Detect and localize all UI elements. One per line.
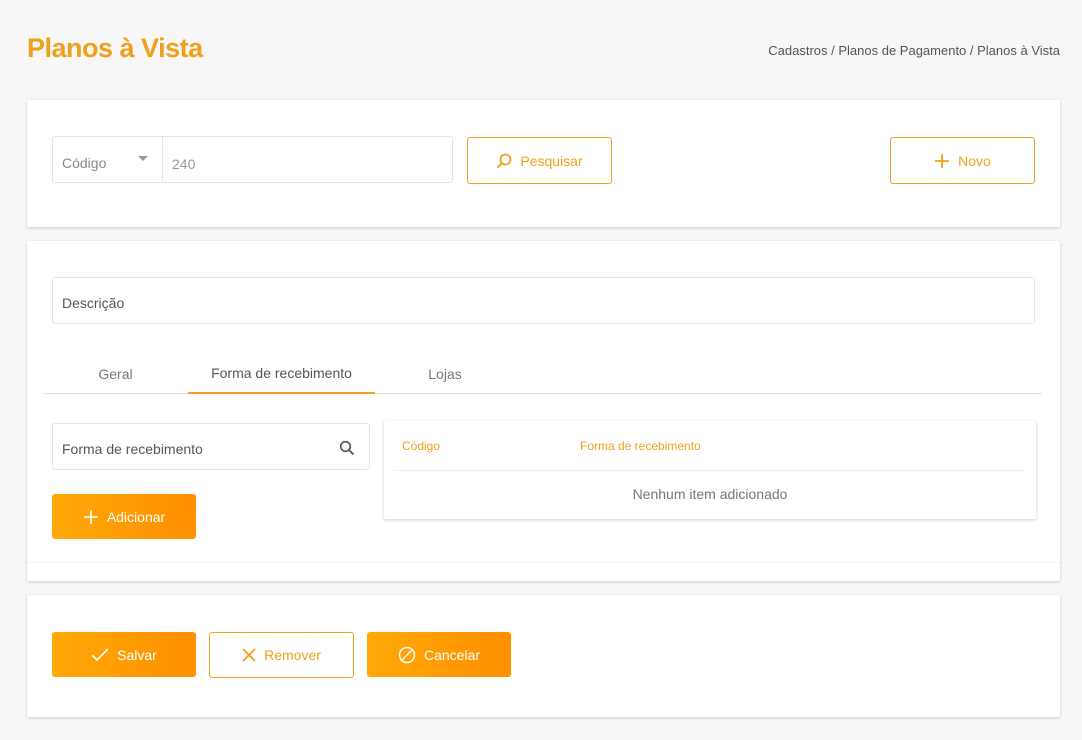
table-header-row: Código Forma de recebimento — [394, 421, 1026, 471]
actions-card: Salvar Remover Cancelar — [27, 595, 1060, 717]
empty-table-message: Nenhum item adicionado — [632, 486, 788, 502]
tab-geral[interactable]: Geral — [43, 353, 188, 394]
search-group: Código 240 — [52, 136, 453, 183]
cancel-button-label: Cancelar — [423, 646, 481, 663]
save-button[interactable]: Salvar — [52, 632, 196, 677]
description-field[interactable]: Descrição — [52, 277, 1035, 324]
plus-icon — [934, 153, 950, 169]
plus-icon — [83, 509, 99, 525]
card-strip — [27, 563, 1060, 581]
forma-recebimento-input[interactable]: Forma de recebimento — [52, 423, 370, 470]
add-button-label: Adicionar — [106, 508, 166, 525]
search-field-select[interactable]: Código — [53, 137, 163, 182]
x-icon — [242, 648, 256, 662]
search-button-label: Pesquisar — [520, 152, 583, 169]
add-button[interactable]: Adicionar — [52, 494, 196, 539]
form-card: Descrição Geral Forma de recebimento Loj… — [27, 241, 1060, 563]
cancel-button[interactable]: Cancelar — [367, 632, 511, 677]
check-icon — [91, 647, 109, 662]
caret-down-icon — [138, 156, 148, 161]
search-button[interactable]: Pesquisar — [467, 137, 612, 184]
column-header-forma[interactable]: Forma de recebimento — [580, 439, 701, 453]
ban-icon — [398, 646, 416, 664]
magnifier-icon — [496, 153, 512, 169]
remove-button-label: Remover — [264, 647, 321, 663]
breadcrumb: Cadastros / Planos de Pagamento / Planos… — [768, 43, 1060, 58]
tab-bar: Geral Forma de recebimento Lojas — [43, 353, 1042, 394]
tab-lojas[interactable]: Lojas — [375, 353, 515, 394]
column-header-codigo[interactable]: Código — [402, 439, 440, 453]
remove-button[interactable]: Remover — [209, 632, 354, 678]
search-input[interactable]: 240 — [163, 137, 195, 182]
save-button-label: Salvar — [117, 646, 157, 663]
search-field-select-label: Código — [62, 155, 107, 171]
search-card: Código 240 Pesquisar Novo — [27, 100, 1060, 227]
new-button-label: Novo — [958, 152, 991, 169]
forma-recebimento-table: Código Forma de recebimento Nenhum item … — [384, 421, 1036, 519]
tab-forma-de-recebimento[interactable]: Forma de recebimento — [188, 353, 375, 394]
new-button[interactable]: Novo — [890, 137, 1035, 184]
forma-recebimento-placeholder: Forma de recebimento — [62, 441, 203, 457]
search-icon[interactable] — [339, 440, 355, 459]
page-title: Planos à Vista — [27, 33, 203, 63]
